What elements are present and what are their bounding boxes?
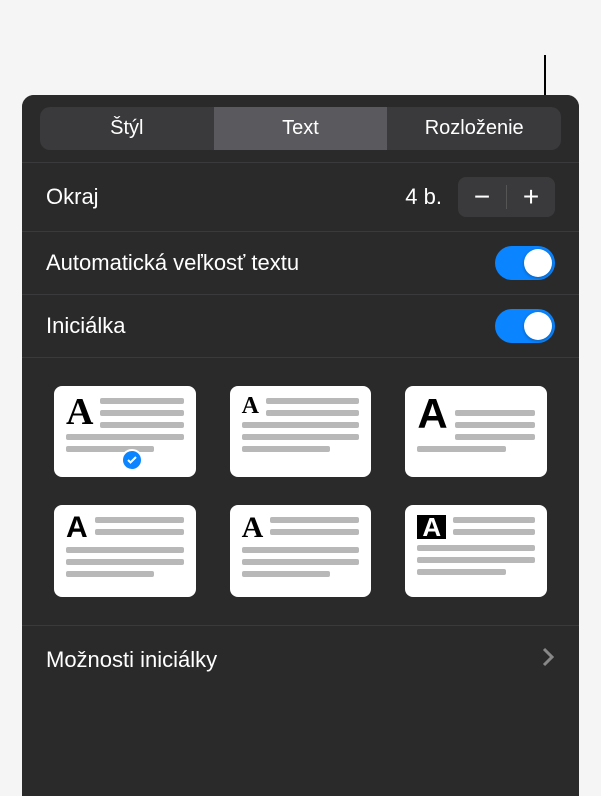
chevron-right-icon — [541, 646, 555, 674]
preview-line — [100, 422, 183, 428]
preview-line — [455, 422, 535, 428]
margin-stepper: 4 b. − + — [400, 177, 555, 217]
margin-label: Okraj — [46, 184, 400, 210]
drop-cap-style-5[interactable]: A — [230, 505, 372, 596]
preview-line — [417, 569, 505, 575]
stepper-controls: − + — [458, 177, 555, 217]
panel-content: Okraj 4 b. − + Automatická veľkosť textu — [22, 150, 579, 694]
auto-text-size-label: Automatická veľkosť textu — [46, 250, 495, 276]
preview-line — [242, 571, 330, 577]
tab-layout[interactable]: Rozloženie — [387, 107, 561, 150]
margin-increase-button[interactable]: + — [507, 177, 555, 217]
preview-line — [100, 410, 183, 416]
preview-line — [417, 545, 535, 551]
plus-icon: + — [523, 181, 539, 213]
drop-cap-label: Iniciálka — [46, 313, 495, 339]
preview-line — [455, 434, 535, 440]
preview-line — [66, 559, 184, 565]
preview-line — [455, 410, 535, 416]
preview-line — [453, 517, 535, 523]
tab-style[interactable]: Štýl — [40, 107, 214, 150]
drop-cap-style-2[interactable]: A — [230, 386, 372, 477]
preview-line — [266, 398, 359, 404]
preview-line — [417, 446, 505, 452]
preview-line — [95, 517, 184, 523]
preview-line — [242, 547, 360, 553]
drop-cap-style-3[interactable]: A — [405, 386, 547, 477]
preview-line — [270, 517, 359, 523]
preview-line — [100, 398, 183, 404]
margin-decrease-button[interactable]: − — [458, 177, 506, 217]
preview-line — [242, 422, 360, 428]
style-preview-letter: A — [66, 396, 93, 428]
preview-line — [270, 529, 359, 535]
drop-cap-style-grid: A A — [22, 358, 579, 626]
auto-text-size-row: Automatická veľkosť textu — [22, 232, 579, 295]
preview-line — [66, 446, 154, 452]
tab-text[interactable]: Text — [214, 107, 388, 150]
drop-cap-style-4[interactable]: A — [54, 505, 196, 596]
tab-bar: Štýl Text Rozloženie — [22, 95, 579, 150]
margin-row: Okraj 4 b. − + — [22, 162, 579, 232]
drop-cap-toggle[interactable] — [495, 309, 555, 343]
text-format-panel: Štýl Text Rozloženie Okraj 4 b. − + A — [22, 95, 579, 796]
style-preview-letter: A — [417, 396, 447, 432]
preview-line — [242, 446, 330, 452]
minus-icon: − — [474, 181, 490, 213]
style-preview-letter: A — [242, 396, 259, 416]
drop-cap-options-label: Možnosti iniciálky — [46, 647, 217, 673]
preview-line — [266, 410, 359, 416]
preview-line — [417, 557, 535, 563]
preview-line — [66, 434, 184, 440]
selected-check-icon — [121, 449, 143, 471]
preview-line — [66, 571, 154, 577]
preview-line — [242, 559, 360, 565]
auto-text-size-toggle[interactable] — [495, 246, 555, 280]
drop-cap-row: Iniciálka — [22, 295, 579, 358]
style-preview-letter: A — [242, 515, 264, 541]
margin-value: 4 b. — [400, 184, 448, 210]
preview-line — [242, 434, 360, 440]
drop-cap-options-row[interactable]: Možnosti iniciálky — [22, 626, 579, 694]
preview-line — [453, 529, 535, 535]
drop-cap-style-1[interactable]: A — [54, 386, 196, 477]
preview-line — [95, 529, 184, 535]
drop-cap-style-6[interactable]: A — [405, 505, 547, 596]
style-preview-letter: A — [417, 515, 446, 539]
preview-line — [66, 547, 184, 553]
style-preview-letter: A — [66, 515, 88, 541]
